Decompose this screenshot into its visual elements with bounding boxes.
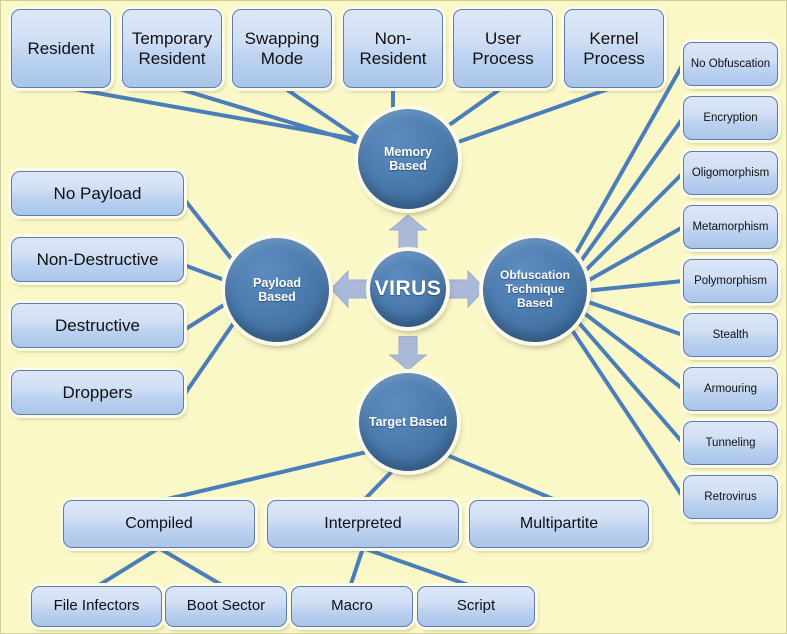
node-non-resident[interactable]: Non- Resident <box>343 9 443 88</box>
node-temporary-resident[interactable]: Temporary Resident <box>122 9 222 88</box>
node-label: Destructive <box>54 315 141 335</box>
edge-obf-no-obfuscation <box>565 62 685 271</box>
node-label-line1: User <box>485 29 521 49</box>
node-kernel-process[interactable]: Kernel Process <box>564 9 664 88</box>
node-droppers[interactable]: Droppers <box>11 370 184 415</box>
node-tunneling[interactable]: Tunneling <box>683 421 778 465</box>
node-label-line1: Temporary <box>131 29 213 49</box>
edge-obf-polymorphism <box>573 279 685 294</box>
edge-obf-stealth <box>572 295 685 337</box>
node-stealth[interactable]: Stealth <box>683 313 778 357</box>
hub-label: Target Based <box>368 414 448 429</box>
node-label: Polymorphism <box>694 274 767 287</box>
hub-target-based[interactable]: Target Based <box>359 373 457 471</box>
node-label: Droppers <box>62 382 133 402</box>
arrow-right-obfuscation <box>447 270 485 308</box>
node-no-payload[interactable]: No Payload <box>11 171 184 216</box>
edge-memory-temporary-resident <box>171 85 377 150</box>
node-label: Boot Sector <box>186 597 266 615</box>
edge-obf-encryption <box>569 116 685 277</box>
node-label: Macro <box>331 597 373 615</box>
node-label: Compiled <box>125 515 193 533</box>
edge-interpreted-macro <box>348 546 365 589</box>
node-label-line1: Kernel <box>589 29 639 49</box>
node-label-line2: Resident <box>359 48 427 68</box>
node-file-infectors[interactable]: File Infectors <box>31 586 162 627</box>
node-label-line2: Resident <box>138 48 206 68</box>
node-armouring[interactable]: Armouring <box>683 367 778 411</box>
node-label-line1: Non- <box>374 29 412 49</box>
node-resident[interactable]: Resident <box>11 9 111 88</box>
node-multipartite[interactable]: Multipartite <box>469 500 649 548</box>
node-label: Oligomorphism <box>691 166 770 179</box>
node-metamorphism[interactable]: Metamorphism <box>683 205 778 249</box>
hub-label-line2: Based <box>258 290 296 304</box>
node-label: Retrovirus <box>704 490 757 503</box>
node-label-line1: Swapping <box>244 29 320 49</box>
hub-virus-center[interactable]: VIRUS <box>370 251 446 327</box>
node-oligomorphism[interactable]: Oligomorphism <box>683 151 778 195</box>
arrow-down-target <box>389 336 427 370</box>
node-script[interactable]: Script <box>417 586 535 627</box>
virus-taxonomy-diagram: Resident Temporary Resident Swapping Mod… <box>0 0 787 634</box>
hub-label-line1: Payload <box>253 275 301 290</box>
hub-obfuscation-technique-based[interactable]: Obfuscation Technique Based <box>483 238 587 342</box>
edge-payload-no-payload <box>182 197 243 273</box>
node-label: No Payload <box>53 183 142 203</box>
edge-obf-armouring <box>569 301 685 391</box>
node-boot-sector[interactable]: Boot Sector <box>165 586 287 627</box>
node-label-line2: Mode <box>260 48 304 68</box>
edge-compiled-boot-sector <box>157 546 227 589</box>
hub-payload-based[interactable]: Payload Based <box>225 238 329 342</box>
hub-label-line3: Based <box>516 295 554 310</box>
node-label: Script <box>456 597 496 615</box>
hub-label-line2: Based <box>389 159 427 173</box>
edge-obf-tunneling <box>565 307 685 445</box>
hub-label-line2: Technique <box>505 282 565 297</box>
node-label: Metamorphism <box>692 220 769 233</box>
edge-obf-metamorphism <box>573 225 685 290</box>
edge-target-compiled <box>157 448 377 503</box>
node-label: Stealth <box>712 328 749 341</box>
node-encryption[interactable]: Encryption <box>683 96 778 140</box>
hub-label-line1: Obfuscation <box>499 268 570 283</box>
node-label-line2: Process <box>583 48 645 68</box>
node-non-destructive[interactable]: Non-Destructive <box>11 237 184 282</box>
edge-obf-oligomorphism <box>572 171 685 284</box>
node-macro[interactable]: Macro <box>291 586 413 627</box>
edge-target-multipartite <box>435 449 560 503</box>
node-compiled[interactable]: Compiled <box>63 500 255 548</box>
arrow-left-payload <box>331 270 369 308</box>
node-retrovirus[interactable]: Retrovirus <box>683 475 778 519</box>
hub-memory-based[interactable]: Memory Based <box>358 109 458 209</box>
hub-label: VIRUS <box>374 276 442 300</box>
edge-obf-retrovirus <box>560 313 685 499</box>
edge-compiled-file-infectors <box>94 546 161 589</box>
node-label: Tunneling <box>705 436 756 449</box>
node-label: Armouring <box>703 382 758 395</box>
node-user-process[interactable]: User Process <box>453 9 553 88</box>
node-no-obfuscation[interactable]: No Obfuscation <box>683 42 778 86</box>
edge-interpreted-script <box>361 546 476 589</box>
arrow-up-memory <box>389 215 427 249</box>
node-label: Resident <box>27 38 95 58</box>
edge-payload-droppers <box>182 309 244 397</box>
hub-label-line1: Memory <box>384 144 432 159</box>
node-label: Interpreted <box>324 515 402 533</box>
node-swapping-mode[interactable]: Swapping Mode <box>232 9 332 88</box>
node-label: Encryption <box>703 111 758 124</box>
node-label: Multipartite <box>519 515 599 533</box>
node-label: No Obfuscation <box>690 57 771 70</box>
edge-memory-kernel-process <box>442 85 616 149</box>
node-interpreted[interactable]: Interpreted <box>267 500 459 548</box>
node-label: Non-Destructive <box>36 249 159 269</box>
node-destructive[interactable]: Destructive <box>11 303 184 348</box>
node-polymorphism[interactable]: Polymorphism <box>683 259 778 303</box>
edge-memory-resident <box>61 85 375 144</box>
node-label-line2: Process <box>472 48 534 68</box>
node-label: File Infectors <box>53 597 140 615</box>
